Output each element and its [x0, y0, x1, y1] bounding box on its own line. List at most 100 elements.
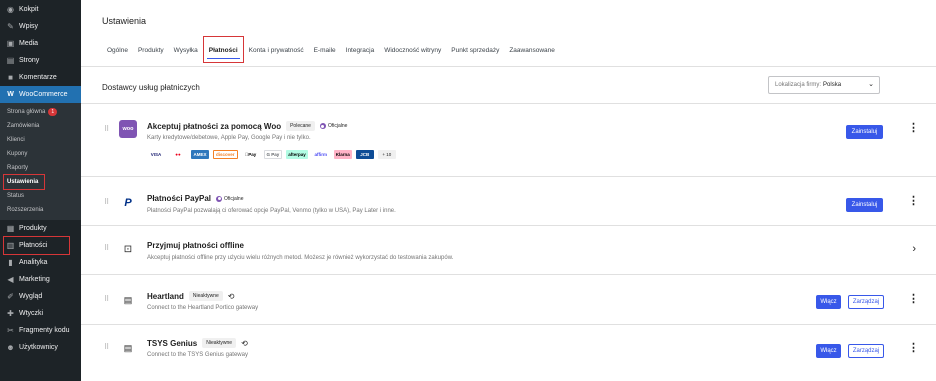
- submenu-item[interactable]: Rozszerzenia: [0, 203, 81, 217]
- notification-badge: 1: [48, 108, 58, 116]
- pages-icon: ▤: [6, 56, 15, 65]
- provider-name: Płatności PayPal: [147, 194, 212, 203]
- install-paypal-button[interactable]: Zainstaluj: [846, 198, 883, 212]
- drag-handle-icon[interactable]: ⠿: [104, 295, 109, 303]
- provider-description: Karty kredytowe/debetowe, Apple Pay, Goo…: [147, 135, 311, 141]
- sidebar-item-pages[interactable]: ▤ Strony: [0, 52, 81, 69]
- provider-name: TSYS Genius: [147, 338, 198, 348]
- submenu-item-label: Klienci: [7, 137, 25, 143]
- provider-row-paypal: ⠿ P Płatności PayPal Oficjalne Płatności…: [81, 178, 936, 226]
- submenu-item-label: Raporty: [7, 165, 29, 171]
- tab-1[interactable]: Produkty: [133, 36, 169, 63]
- paypal-logo-icon: P: [124, 197, 132, 209]
- sidebar-item-label: Wpisy: [19, 23, 39, 30]
- sidebar-item-label: Produkty: [19, 225, 47, 232]
- tab-4[interactable]: Konta i prywatność: [244, 36, 309, 63]
- visa-logo: VISA: [150, 152, 162, 157]
- analytics-icon: ▮: [8, 258, 13, 267]
- tab-9[interactable]: Zaawansowane: [504, 36, 560, 63]
- sidebar-item-label: Użytkownicy: [19, 344, 58, 351]
- pin-icon: ✎: [7, 22, 14, 31]
- more-options-icon[interactable]: ⋮: [908, 123, 919, 134]
- sidebar-item-comments[interactable]: ■ Komentarze: [0, 69, 81, 86]
- provider-row-heartland: ⠿ ▤ Heartland Nieaktywne ⟲ Connect to th…: [81, 276, 936, 325]
- provider-row-offline[interactable]: ⠿ ⊡ Przyjmuj płatności offline Akceptuj …: [81, 227, 936, 275]
- sidebar-item-payments[interactable]: ▥ Płatności: [3, 236, 70, 255]
- location-label: Lokalizacja firmy:: [775, 82, 822, 88]
- drag-handle-icon[interactable]: ⠿: [104, 343, 109, 351]
- sidebar-item-label: WooCommerce: [19, 91, 68, 98]
- sidebar-item-plugins[interactable]: ✚ Wtyczki: [0, 305, 81, 322]
- submenu-item[interactable]: Kupony: [0, 147, 81, 161]
- media-icon: ▣: [6, 39, 15, 48]
- submenu-item[interactable]: Zamówienia: [0, 119, 81, 133]
- tab-5[interactable]: E-maile: [309, 36, 341, 63]
- gateway-card-icon: ▤: [123, 342, 133, 353]
- submenu-item-label: Status: [7, 193, 25, 199]
- sidebar-item-code-snippets[interactable]: ✂ Fragmenty kodu: [0, 322, 81, 339]
- submenu-item-label: Strona główna: [7, 109, 46, 115]
- location-value: Polska: [823, 82, 842, 88]
- sidebar-item-dashboard[interactable]: ◉ Kokpit: [0, 1, 81, 18]
- main-content: Ustawienia Ogólne Produkty Wysyłka Płatnośc…: [81, 0, 936, 381]
- tab-2[interactable]: Wysyłka: [169, 36, 203, 63]
- amex-logo: AMEX: [191, 150, 209, 159]
- drag-handle-icon[interactable]: ⠿: [104, 244, 109, 252]
- sidebar-item-media[interactable]: ▣ Media: [0, 35, 81, 52]
- jcb-logo: JCB: [355, 150, 374, 159]
- submenu-item-label: Ustawienia: [7, 179, 39, 185]
- tab-8[interactable]: Punkt sprzedaży: [446, 36, 504, 63]
- official-icon: [216, 195, 223, 202]
- business-location-select[interactable]: Lokalizacja firmy: Polska ⌄: [768, 76, 880, 94]
- admin-sidebar: ◉ Kokpit ✎ Wpisy ▣ Media ▤ Strony ■ Komentarze W …: [0, 0, 81, 381]
- provider-name: Przyjmuj płatności offline: [147, 241, 244, 250]
- drag-handle-icon[interactable]: ⠿: [104, 125, 109, 133]
- manage-heartland-button[interactable]: Zarządzaj: [848, 295, 884, 309]
- sidebar-item-appearance[interactable]: ✐ Wygląd: [0, 288, 81, 305]
- chevron-down-icon: ⌄: [868, 81, 874, 88]
- provider-row-tsys: ⠿ ▤ TSYS Genius Nieaktywne ⟲ Connect to …: [81, 326, 936, 375]
- sidebar-item-users[interactable]: ☻ Użytkownicy: [0, 339, 81, 356]
- more-options-icon[interactable]: ⋮: [908, 196, 919, 207]
- sidebar-item-label: Wtyczki: [19, 310, 44, 317]
- tab-7[interactable]: Widoczność witryny: [379, 36, 446, 63]
- enable-heartland-button[interactable]: Włącz: [816, 295, 841, 309]
- manage-tsys-button[interactable]: Zarządzaj: [848, 344, 884, 358]
- install-woo-button[interactable]: Zainstaluj: [846, 125, 883, 139]
- tab-6[interactable]: Integracja: [341, 36, 380, 63]
- sidebar-item-label: Analityka: [19, 259, 48, 266]
- enable-tsys-button[interactable]: Włącz: [816, 344, 841, 358]
- sidebar-item-products[interactable]: ▦ Produkty: [0, 220, 81, 237]
- submenu-item[interactable]: Raporty: [0, 161, 81, 175]
- klarna-logo: Klarna: [333, 150, 352, 159]
- submenu-item[interactable]: Klienci: [0, 133, 81, 147]
- sidebar-item-marketing[interactable]: ◀ Marketing: [0, 271, 81, 288]
- sidebar-item-analytics[interactable]: ▮ Analityka: [0, 254, 81, 271]
- more-options-icon[interactable]: ⋮: [908, 294, 919, 305]
- payment-method-logos: VISA ●● AMEX discover Pay G Pay afterpa…: [147, 150, 396, 159]
- provider-description: Akceptuj płatności offline przy użyciu w…: [147, 255, 454, 261]
- section-title: Dostawcy usług płatniczych: [102, 83, 200, 92]
- provider-name: Akceptuj płatności za pomocą Woo: [147, 121, 282, 131]
- woocommerce-icon: W: [7, 91, 14, 98]
- woocommerce-submenu: Strona główna 1 Zamówienia Klienci Kupony Rap…: [0, 103, 81, 220]
- chevron-right-icon[interactable]: ›: [912, 243, 916, 255]
- sync-icon: ⟲: [227, 291, 235, 301]
- submenu-item[interactable]: Ustawienia: [3, 174, 45, 190]
- sidebar-item-label: Wygląd: [19, 293, 43, 300]
- sidebar-item-label: Komentarze: [19, 74, 57, 81]
- more-options-icon[interactable]: ⋮: [908, 343, 919, 354]
- submenu-item[interactable]: Status: [0, 189, 81, 203]
- tab-0[interactable]: Ogólne: [102, 36, 133, 63]
- sidebar-item-pin[interactable]: ✎ Wpisy: [0, 18, 81, 35]
- submenu-item[interactable]: Strona główna 1: [0, 105, 81, 119]
- tab-3[interactable]: Płatności: [202, 36, 244, 63]
- drag-handle-icon[interactable]: ⠿: [104, 198, 109, 206]
- comments-icon: ■: [8, 73, 13, 82]
- afterpay-logo: afterpay: [286, 150, 308, 159]
- submenu-item-label: Zamówienia: [7, 123, 40, 129]
- sidebar-item-woocommerce[interactable]: W WooCommerce: [0, 86, 81, 103]
- google-pay-logo: G Pay: [263, 150, 283, 159]
- sidebar-item-label: Płatności: [19, 242, 48, 249]
- sidebar-item-label: Marketing: [19, 276, 50, 283]
